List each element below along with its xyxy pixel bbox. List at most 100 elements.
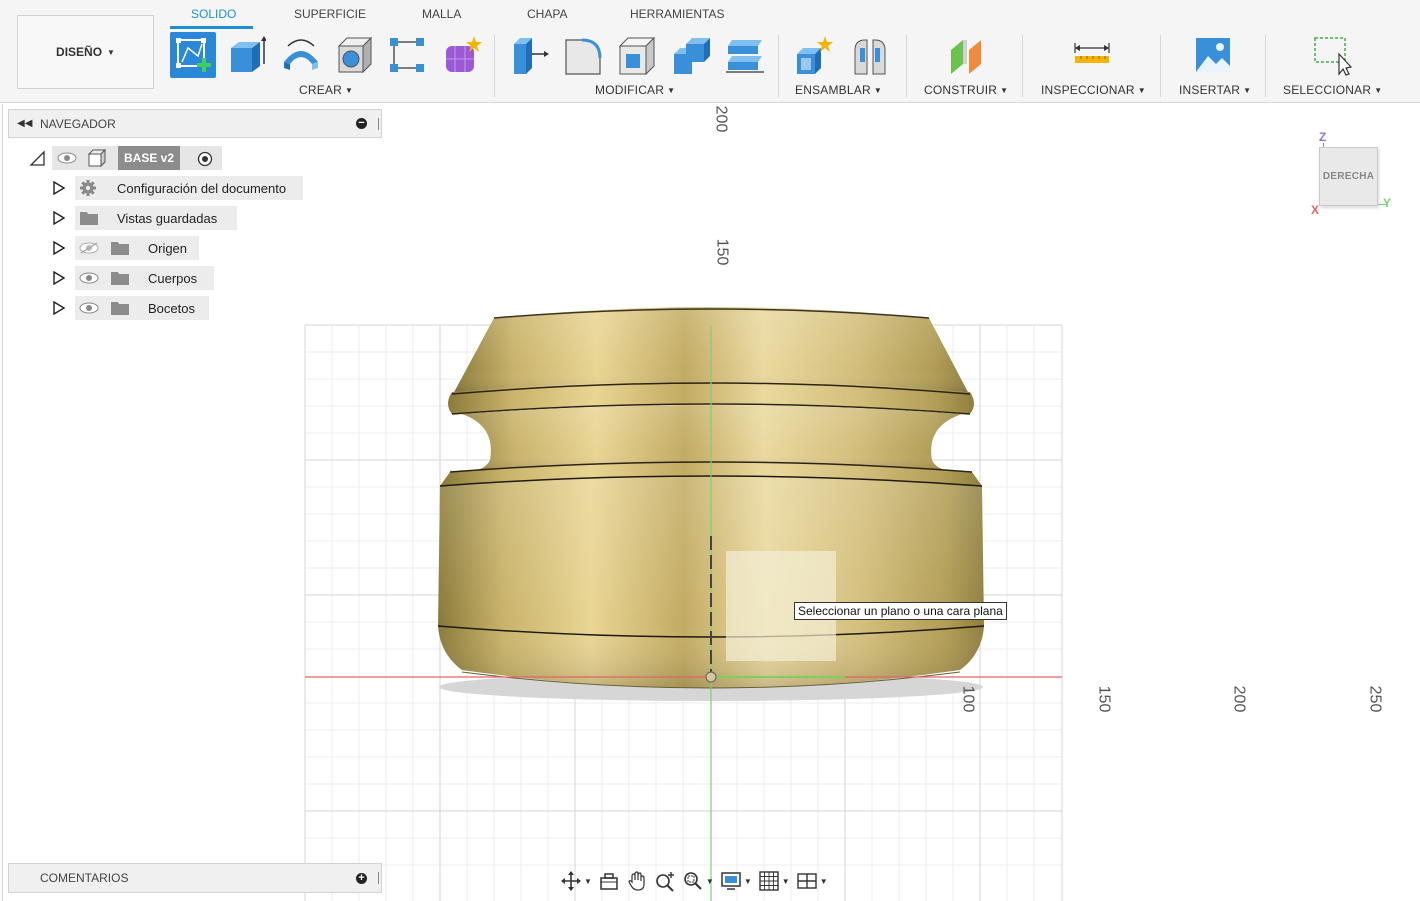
crear-label: CREAR [299, 83, 343, 97]
orbit-button[interactable]: ▼ [560, 868, 592, 894]
expand-triangle-icon[interactable] [53, 181, 65, 195]
comments-panel-header[interactable]: COMENTARIOS + [8, 863, 382, 893]
zoom-button[interactable] [654, 868, 676, 894]
chevron-down-icon: ▼ [1000, 86, 1009, 95]
view-cube-face-label: DERECHA [1322, 171, 1375, 182]
chevron-down-icon: ▼ [781, 876, 790, 886]
tab-herramientas[interactable]: HERRAMIENTAS [630, 7, 724, 21]
joint-button[interactable] [847, 32, 893, 78]
minus-icon[interactable]: − [356, 118, 367, 129]
eye-hidden-icon[interactable] [79, 242, 99, 254]
window-left-edge [2, 104, 3, 901]
shell-button[interactable] [614, 32, 660, 78]
browser-item-box[interactable]: Configuración del documento [75, 176, 303, 200]
expand-triangle-icon[interactable] [53, 241, 65, 255]
chevron-down-icon: ▼ [873, 86, 882, 95]
pan-button[interactable] [626, 868, 648, 894]
chevron-down-icon: ▼ [107, 47, 115, 57]
folder-icon [111, 272, 129, 285]
fillet-icon [565, 38, 602, 75]
revolve-button[interactable] [278, 32, 324, 78]
tab-superficie[interactable]: SUPERFICIE [294, 7, 366, 21]
panel-grip[interactable] [378, 117, 379, 130]
orbit-icon [561, 871, 581, 891]
hole-button[interactable] [331, 32, 377, 78]
insertar-menu[interactable]: INSERTAR ▼ [1179, 83, 1251, 97]
zoom-window-button[interactable]: ▼ [682, 868, 714, 894]
collapse-panel-icon[interactable]: ◀◀ [17, 118, 32, 129]
tab-malla[interactable]: MALLA [422, 7, 461, 21]
window-select-icon [1314, 37, 1353, 76]
chevron-down-icon: ▼ [584, 876, 592, 886]
hole-icon [337, 36, 373, 74]
comments-panel-title: COMENTARIOS [40, 871, 129, 885]
seleccionar-menu[interactable]: SELECCIONAR ▼ [1283, 83, 1382, 97]
workspace-label: DISEÑO [56, 45, 103, 59]
browser-item-box[interactable]: Bocetos [75, 296, 209, 320]
window-select-button[interactable] [1309, 32, 1355, 78]
active-tab-indicator [170, 26, 253, 29]
press-pull-button[interactable] [506, 32, 552, 78]
combine-icon [674, 38, 710, 74]
expand-triangle-icon[interactable] [53, 271, 65, 285]
eye-icon[interactable] [79, 302, 99, 314]
component-icon [87, 149, 107, 167]
eye-icon[interactable] [57, 152, 77, 164]
look-at-button[interactable] [598, 868, 620, 894]
construir-menu[interactable]: CONSTRUIR ▼ [924, 83, 1008, 97]
new-component-button[interactable] [791, 32, 837, 78]
tab-chapa[interactable]: CHAPA [527, 7, 567, 21]
chevron-down-icon: ▼ [705, 876, 714, 886]
activate-radio-icon[interactable] [197, 151, 213, 167]
display-settings-button[interactable]: ▼ [720, 868, 752, 894]
collapse-triangle-icon[interactable] [29, 150, 45, 166]
view-cube-axis-z: Z [1319, 130, 1327, 144]
ensamblar-menu[interactable]: ENSAMBLAR ▼ [795, 83, 882, 97]
browser-item-label: Configuración del documento [117, 180, 287, 196]
extrude-button[interactable] [222, 32, 268, 78]
gear-icon [80, 180, 96, 196]
browser-root-box[interactable]: BASE v2 [52, 146, 222, 170]
view-cube-face[interactable]: DERECHA [1319, 147, 1378, 206]
fillet-button[interactable] [560, 32, 606, 78]
eye-icon[interactable] [79, 272, 99, 284]
workspace-switcher-button[interactable]: DISEÑO ▼ [17, 15, 154, 89]
create-sketch-button[interactable] [170, 32, 216, 78]
toolbar-divider [906, 35, 907, 97]
expand-triangle-icon[interactable] [53, 211, 65, 225]
viewports-icon [796, 873, 817, 889]
offset-plane-button[interactable] [943, 32, 989, 78]
browser-panel-header[interactable]: ◀◀ NAVEGADOR − [8, 109, 382, 138]
measure-button[interactable] [1069, 32, 1115, 78]
extrude-icon [231, 36, 266, 72]
toolbar-divider [1022, 35, 1023, 97]
crear-menu[interactable]: CREAR ▼ [299, 83, 353, 97]
insert-image-button[interactable] [1190, 32, 1236, 78]
offset-plane-icon [951, 40, 981, 74]
browser-item-box[interactable]: Vistas guardadas [75, 206, 237, 230]
view-cube[interactable]: Z DERECHA Y X [1310, 130, 1391, 220]
navigation-bar: ▼ ▼ ▼ ▼ ▼ [560, 866, 862, 896]
axis-label-vertical: 150 [713, 238, 731, 266]
grid-settings-button[interactable]: ▼ [758, 868, 790, 894]
plus-icon[interactable]: + [356, 872, 367, 884]
chevron-down-icon: ▼ [667, 86, 676, 95]
folder-icon [111, 302, 129, 315]
form-button[interactable] [438, 32, 484, 78]
view-cube-axis-x: X [1311, 203, 1320, 217]
expand-triangle-icon[interactable] [53, 301, 65, 315]
browser-item-box[interactable]: Origen [75, 236, 199, 260]
origin-point[interactable] [705, 671, 717, 683]
browser-item-label: Vistas guardadas [117, 210, 218, 226]
tab-solido[interactable]: SOLIDO [191, 7, 236, 21]
inspeccionar-menu[interactable]: INSPECCIONAR ▼ [1041, 83, 1146, 97]
combine-button[interactable] [668, 32, 714, 78]
modificar-menu[interactable]: MODIFICAR ▼ [595, 83, 675, 97]
pattern-button[interactable] [384, 32, 430, 78]
panel-grip[interactable] [378, 872, 379, 884]
align-button[interactable] [722, 32, 768, 78]
browser-item-label: Origen [148, 240, 188, 256]
toolbar-divider [1160, 35, 1161, 97]
viewports-button[interactable]: ▼ [796, 868, 828, 894]
browser-item-box[interactable]: Cuerpos [75, 266, 214, 290]
